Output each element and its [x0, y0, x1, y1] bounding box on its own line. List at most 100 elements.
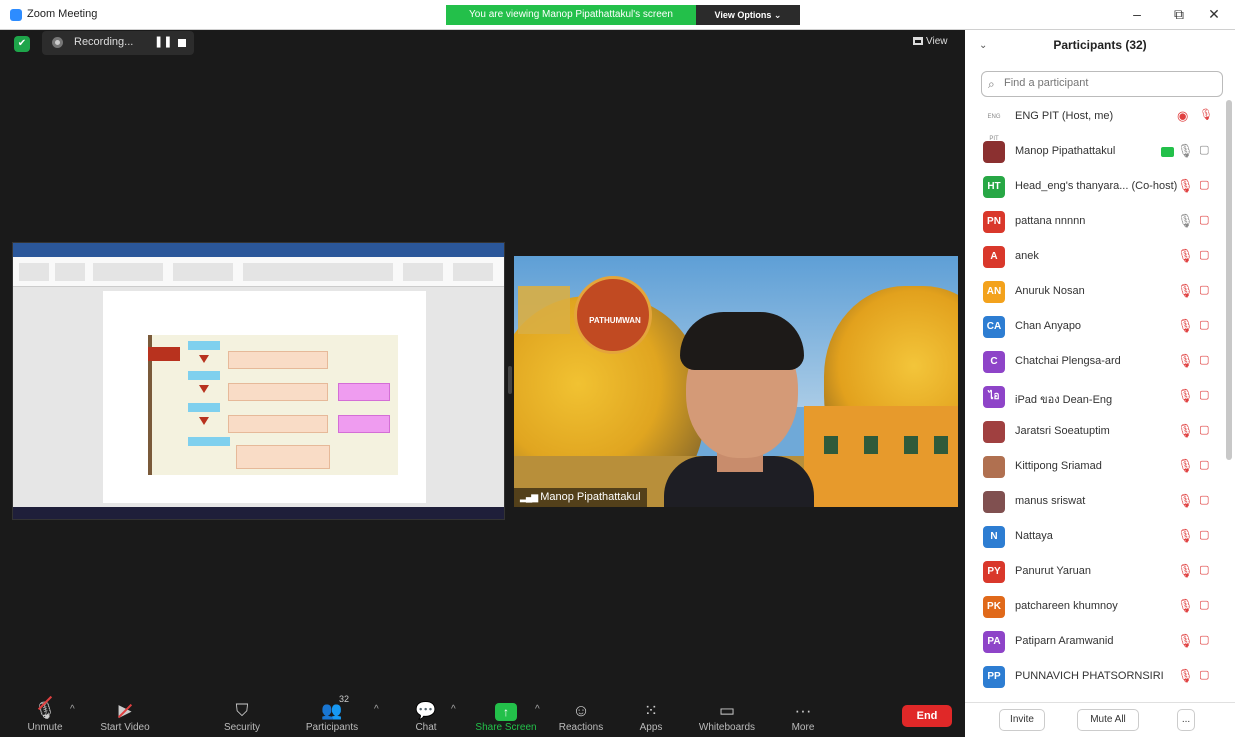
scrollbar[interactable] [1226, 100, 1232, 460]
grid-icon [913, 37, 923, 45]
participants-button[interactable]: 👥 32 ^ Participants [297, 690, 379, 737]
avatar: PN [983, 211, 1005, 233]
mic-icon[interactable]: 🎙 [1177, 458, 1194, 474]
mic-icon[interactable]: 🎙 [1199, 108, 1213, 121]
chevron-up-icon[interactable]: ^ [451, 704, 456, 715]
mic-icon[interactable]: 🎙 [1177, 598, 1194, 614]
mute-all-button[interactable]: Mute All [1077, 709, 1139, 731]
mic-icon[interactable]: 🎙 [1177, 633, 1194, 649]
participant-name: anek [1015, 250, 1039, 262]
invite-button[interactable]: Invite [999, 709, 1045, 731]
whiteboards-button[interactable]: ▭ Whiteboards [692, 690, 762, 737]
recording-dot-icon [52, 37, 63, 48]
participant-row[interactable]: PY Panurut Yaruan 🎙 ▢ [965, 555, 1225, 590]
view-button[interactable]: View [913, 36, 948, 47]
pause-icon[interactable]: ❚❚ [154, 35, 172, 48]
video-icon[interactable]: ▢ [1199, 213, 1209, 226]
stop-icon[interactable] [178, 39, 186, 47]
mic-icon[interactable]: 🎙 [1177, 283, 1194, 299]
search-input[interactable] [1004, 77, 1214, 89]
video-icon[interactable]: ▢ [1199, 143, 1209, 156]
mic-icon[interactable]: 🎙 [1177, 423, 1194, 439]
mic-icon[interactable]: 🎙 [1177, 668, 1194, 684]
shield-icon: ⛉ [235, 701, 249, 720]
participant-row[interactable]: ENG PIT ENG PIT (Host, me) ◉ 🎙 [965, 100, 1225, 142]
mic-icon[interactable]: 🎙 [1177, 248, 1194, 264]
avatar: ไอ [983, 386, 1005, 408]
shared-screen[interactable] [12, 242, 505, 520]
participant-row[interactable]: C Chatchai Plengsa-ard 🎙 ▢ [965, 345, 1225, 380]
mic-icon[interactable]: 🎙 [1177, 213, 1194, 229]
video-icon[interactable]: ▢ [1199, 668, 1209, 681]
participant-row[interactable]: AN Anuruk Nosan 🎙 ▢ [965, 275, 1225, 310]
video-icon[interactable]: ▢ [1199, 248, 1209, 261]
participant-row[interactable]: Aanek 🎙 ▢ [965, 240, 1225, 275]
chevron-up-icon[interactable]: ^ [70, 704, 75, 715]
participant-row[interactable]: Jaratsri Soeatuptim 🎙 ▢ [965, 415, 1225, 450]
view-label: View [926, 36, 948, 47]
video-icon[interactable]: ▢ [1199, 563, 1209, 576]
participant-name: Nattaya [1015, 530, 1053, 542]
apps-button[interactable]: ⁙ Apps [616, 690, 686, 737]
host-indicator-icon[interactable]: ◉ [1177, 108, 1188, 124]
reactions-button[interactable]: ☺ Reactions [546, 690, 616, 737]
video-icon[interactable]: ▢ [1199, 353, 1209, 366]
mic-icon[interactable]: 🎙 [1177, 388, 1194, 404]
participant-row[interactable]: PN pattana nnnnn 🎙 ▢ [965, 205, 1225, 240]
participant-row[interactable]: PA Patiparn Aramwanid 🎙 ▢ [965, 625, 1225, 660]
close-button[interactable]: ✕ [1204, 6, 1224, 23]
participant-row[interactable]: PK patchareen khumnoy 🎙 ▢ [965, 590, 1225, 625]
mic-icon[interactable]: 🎙 [1177, 318, 1194, 334]
participant-row[interactable]: Kittipong Sriamad 🎙 ▢ [965, 450, 1225, 485]
institute-logo [574, 276, 652, 354]
mic-icon[interactable]: 🎙 [1177, 143, 1194, 159]
more-options-button[interactable]: ... [1177, 709, 1195, 731]
participant-row[interactable]: N Nattaya 🎙 ▢ [965, 520, 1225, 555]
video-icon[interactable]: ▢ [1199, 598, 1209, 611]
participant-row[interactable]: manus sriswat 🎙 ▢ [965, 485, 1225, 520]
participant-row[interactable]: CA Chan Anyapo 🎙 ▢ [965, 310, 1225, 345]
chevron-up-icon[interactable]: ^ [535, 704, 540, 715]
participant-row[interactable]: ไอ iPad ของ Dean-Eng 🎙 ▢ [965, 380, 1225, 415]
avatar [983, 421, 1005, 443]
participant-search[interactable]: ⌕ [981, 71, 1223, 97]
video-icon[interactable]: ▢ [1199, 388, 1209, 401]
restore-button[interactable]: ⧉ [1169, 6, 1189, 23]
split-view-handle[interactable] [508, 366, 512, 394]
video-icon[interactable]: ▢ [1199, 633, 1209, 646]
view-options-button[interactable]: View Options ⌄ [696, 5, 800, 25]
video-icon[interactable]: ▢ [1199, 178, 1209, 191]
participants-title: Participants (32) [1053, 38, 1147, 52]
share-screen-button[interactable]: ↑ ^ Share Screen [471, 690, 541, 737]
chevron-up-icon[interactable]: ^ [374, 704, 379, 715]
video-icon[interactable]: ▢ [1199, 423, 1209, 436]
start-video-button[interactable]: ▶ Start Video [90, 690, 160, 737]
participant-row[interactable]: Manop Pipathattakul 🎙 ▢ [965, 135, 1225, 170]
video-icon[interactable]: ▢ [1199, 493, 1209, 506]
mic-icon[interactable]: 🎙 [1177, 178, 1194, 194]
mic-icon[interactable]: 🎙 [1177, 563, 1194, 579]
unmute-button[interactable]: 🎙 ^ Unmute [10, 690, 80, 737]
video-icon[interactable]: ▢ [1199, 283, 1209, 296]
reactions-label: Reactions [558, 722, 604, 733]
chat-button[interactable]: 💬 ^ Chat [391, 690, 461, 737]
video-icon[interactable]: ▢ [1199, 458, 1209, 471]
video-icon[interactable]: ▢ [1199, 528, 1209, 541]
security-shield-icon[interactable]: ✔ [14, 36, 30, 52]
participant-row[interactable]: HT Head_eng's thanyara... (Co-host) 🎙 ▢ [965, 170, 1225, 205]
security-button[interactable]: ⛉ Security [207, 690, 277, 737]
avatar [983, 456, 1005, 478]
screen-share-icon [1161, 147, 1174, 157]
video-icon[interactable]: ▢ [1199, 318, 1209, 331]
mic-icon[interactable]: 🎙 [1177, 528, 1194, 544]
more-button[interactable]: ··· More [768, 690, 838, 737]
meeting-toolbar: 🎙 ^ Unmute ▶ Start Video ⛉ Security 👥 32… [0, 690, 965, 737]
minimize-button[interactable]: – [1127, 6, 1147, 22]
mic-icon[interactable]: 🎙 [1177, 493, 1194, 509]
end-meeting-button[interactable]: End [902, 705, 952, 727]
participant-name: ENG PIT (Host, me) [1015, 110, 1114, 122]
speaker-video[interactable]: PATHUMWAN ▂▄▆ Manop Pipathattakul [514, 256, 958, 507]
participant-row[interactable]: PP PUNNAVICH PHATSORNSIRI 🎙 ▢ [965, 660, 1225, 695]
mic-icon[interactable]: 🎙 [1177, 353, 1194, 369]
participant-name: Chatchai Plengsa-ard [1015, 355, 1121, 367]
